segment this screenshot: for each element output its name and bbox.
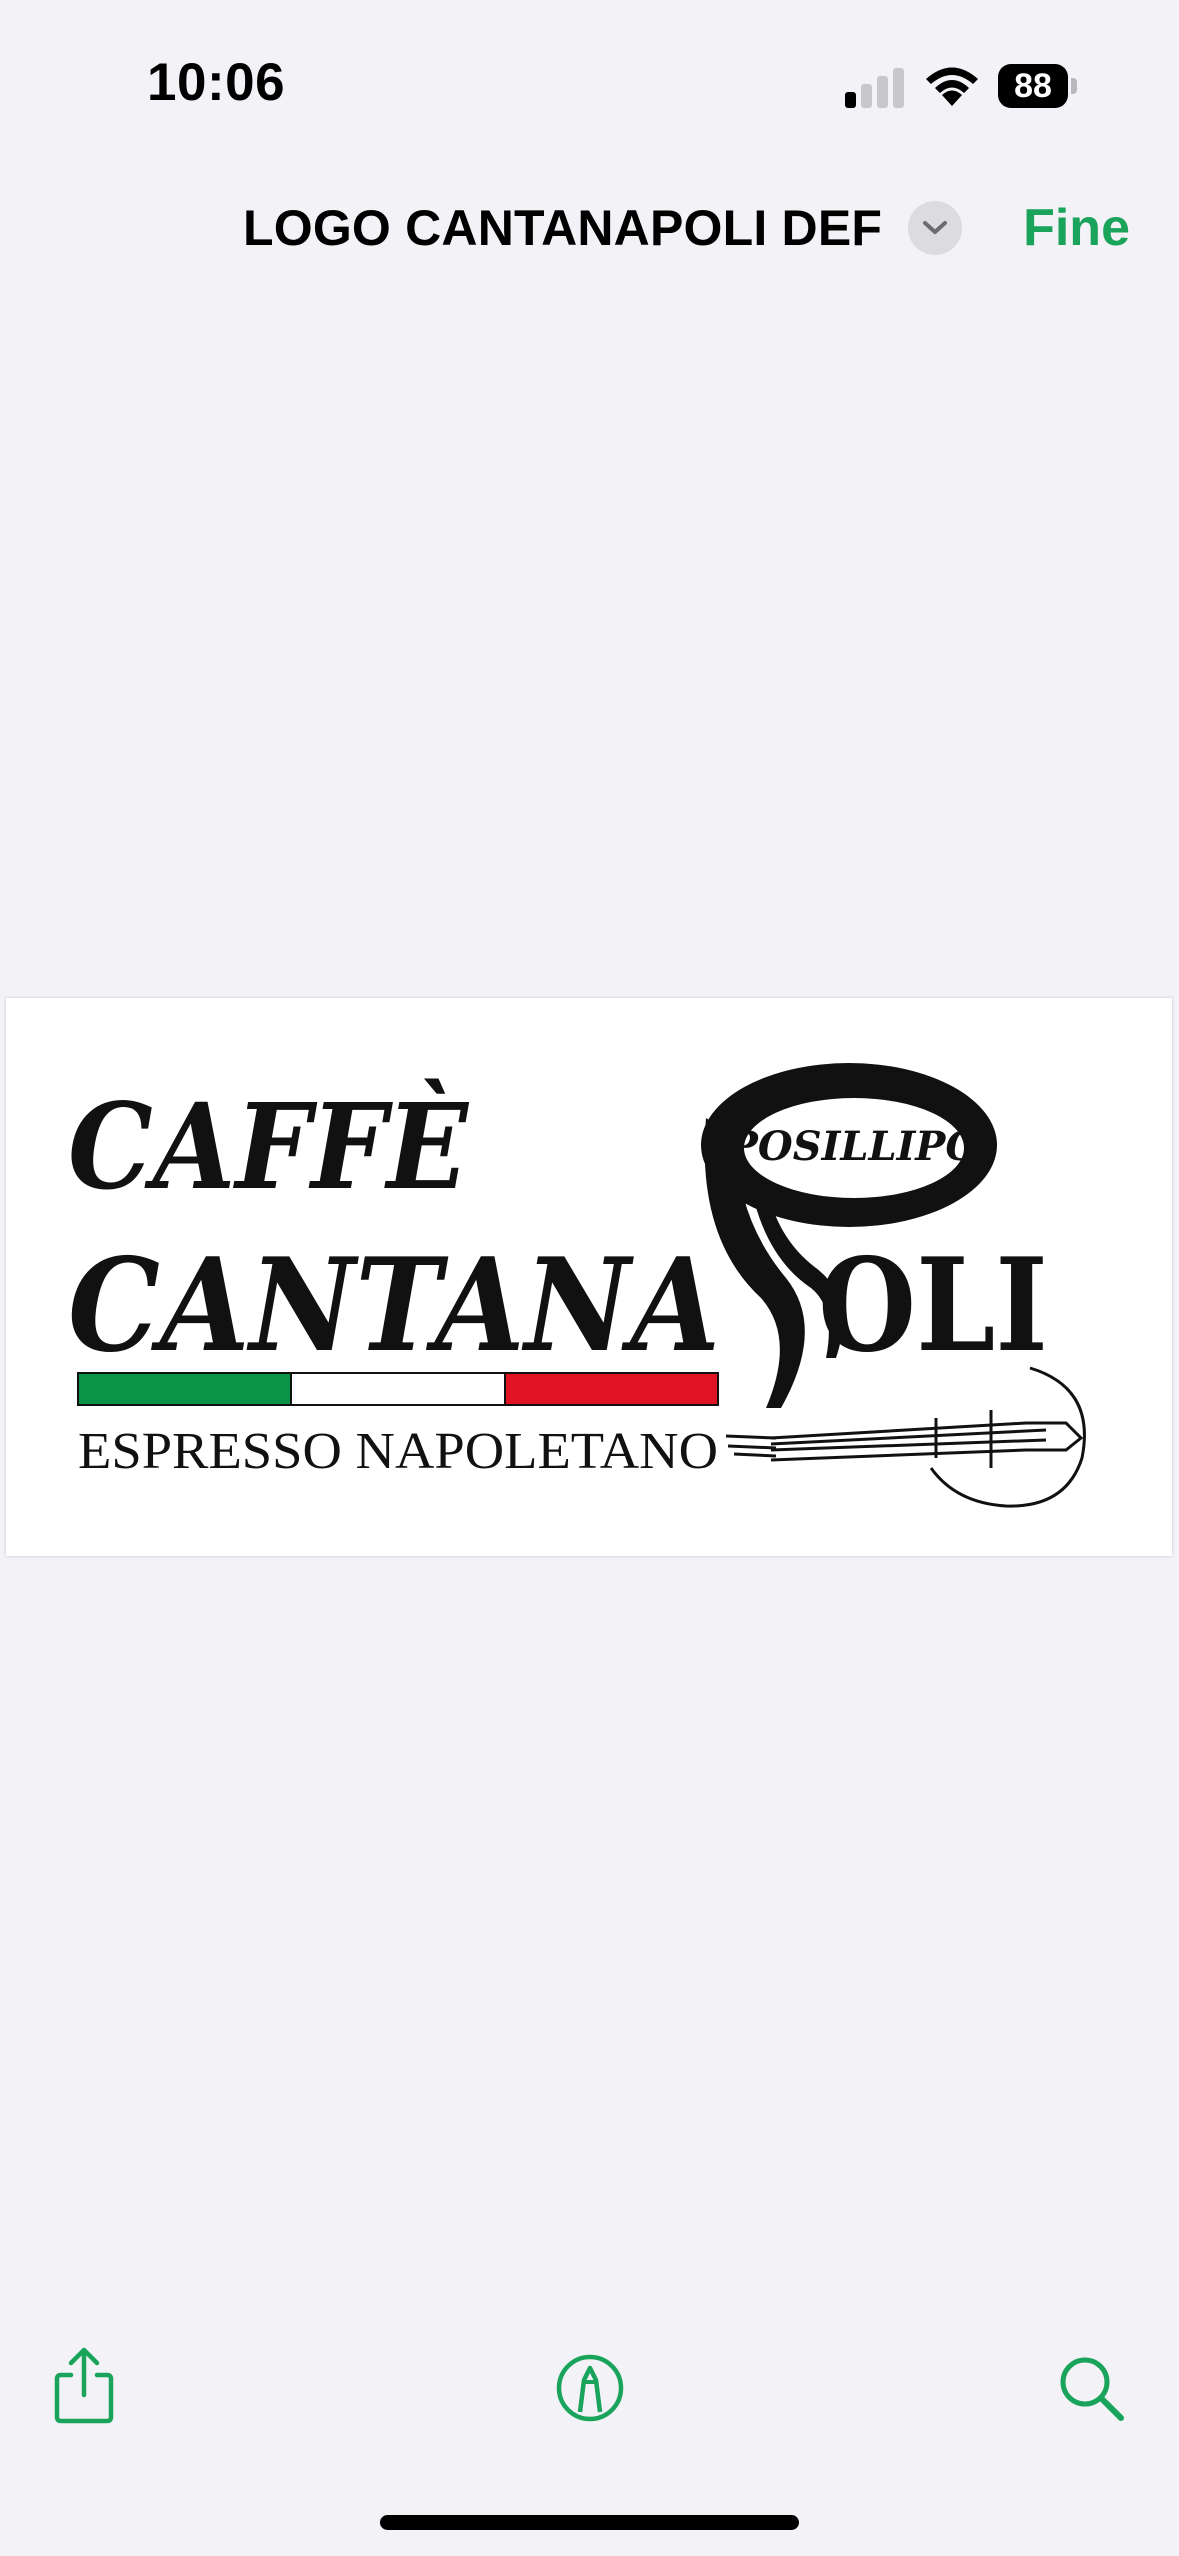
search-button[interactable] bbox=[1051, 2348, 1131, 2428]
logo-line2-a: CANTANA bbox=[68, 1231, 720, 1381]
status-time: 10:06 bbox=[147, 53, 286, 112]
markup-button[interactable] bbox=[550, 2348, 630, 2428]
share-icon bbox=[54, 2347, 114, 2424]
search-icon bbox=[1060, 2357, 1124, 2421]
logo-image: CAFFÈ CANTANA POSILLIPO OLI ESPRESSO NAP… bbox=[68, 1063, 1086, 1508]
document-title: LOGO CANTANAPOLI DEF bbox=[243, 200, 883, 256]
logo-badge: POSILLIPO bbox=[727, 1123, 981, 1170]
battery-level: 88 bbox=[998, 64, 1068, 108]
logo-subtitle: ESPRESSO NAPOLETANO bbox=[78, 1423, 718, 1480]
done-button[interactable]: Fine bbox=[1023, 196, 1130, 260]
markup-icon bbox=[556, 2354, 624, 2422]
logo-line1: CAFFÈ bbox=[68, 1077, 470, 1216]
document-title-menu[interactable]: LOGO CANTANAPOLI DEF bbox=[243, 196, 963, 260]
document-preview[interactable]: CAFFÈ CANTANA POSILLIPO OLI ESPRESSO NAP… bbox=[6, 998, 1172, 1556]
home-indicator[interactable] bbox=[380, 2515, 799, 2530]
share-button[interactable] bbox=[44, 2345, 124, 2425]
logo-line2-b: OLI bbox=[818, 1231, 1048, 1381]
cellular-signal-icon bbox=[845, 68, 905, 108]
flag-stripe bbox=[77, 1372, 719, 1406]
chevron-down-icon[interactable] bbox=[908, 201, 963, 255]
status-bar: 10:06 88 bbox=[0, 0, 1179, 170]
battery-icon: 88 bbox=[998, 64, 1078, 108]
wifi-icon bbox=[926, 67, 978, 106]
